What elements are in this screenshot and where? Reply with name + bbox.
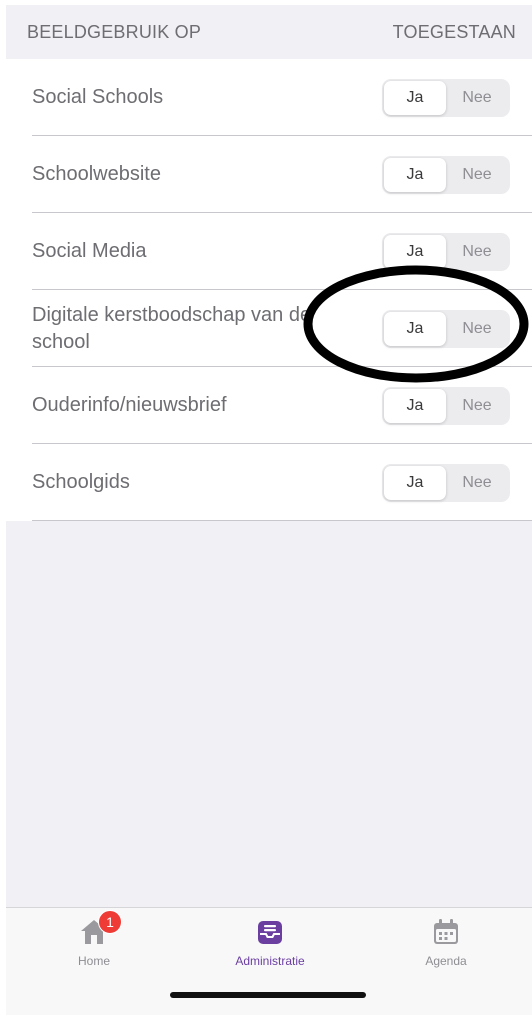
tab-bar: 1 Home Administratie Agenda [6, 907, 532, 1015]
tab-home[interactable]: 1 Home [24, 910, 164, 976]
inbox-tray-icon [254, 916, 286, 948]
permission-label: Schoolwebsite [32, 163, 161, 185]
option-ja-button[interactable]: Ja [384, 388, 446, 423]
permission-segmented-control: Ja Nee [382, 463, 510, 502]
option-nee-button[interactable]: Nee [446, 312, 508, 346]
option-ja-button[interactable]: Ja [384, 80, 446, 115]
option-ja-button[interactable]: Ja [384, 311, 446, 346]
permission-label: Social Media [32, 240, 147, 262]
home-indicator [170, 992, 366, 998]
permission-segmented-control: Ja Nee [382, 155, 510, 194]
notification-badge: 1 [98, 910, 122, 934]
permission-segmented-control: Ja Nee [382, 232, 510, 271]
section-header: BEELDGEBRUIK OP TOEGESTAAN [6, 5, 532, 59]
option-nee-button[interactable]: Nee [446, 389, 508, 423]
option-nee-button[interactable]: Nee [446, 466, 508, 500]
option-ja-button[interactable]: Ja [384, 234, 446, 269]
tab-administratie-label: Administratie [235, 954, 305, 968]
permission-label: Ouderinfo/nieuwsbrief [32, 394, 227, 416]
tab-home-label: Home [77, 954, 110, 968]
option-nee-button[interactable]: Nee [446, 158, 508, 192]
permission-segmented-control: Ja Nee [382, 386, 510, 425]
permission-row-schoolwebsite: Schoolwebsite Ja Nee [6, 136, 532, 213]
permissions-list: Social Schools Ja Nee Schoolwebsite Ja N… [6, 59, 532, 521]
tab-agenda[interactable]: Agenda [376, 916, 516, 976]
home-icon: 1 [78, 910, 122, 948]
tab-agenda-label: Agenda [425, 954, 467, 968]
permission-label: Social Schools [32, 86, 164, 108]
screen: BEELDGEBRUIK OP TOEGESTAAN Social School… [6, 5, 532, 1015]
permission-row-schoolgids: Schoolgids Ja Nee [6, 444, 532, 521]
permission-label: Schoolgids [32, 471, 130, 493]
section-header-column: TOEGESTAAN [392, 21, 516, 42]
permission-segmented-control: Ja Nee [382, 309, 510, 348]
permission-row-social-media: Social Media Ja Nee [6, 213, 532, 290]
section-header-title: BEELDGEBRUIK OP [27, 21, 202, 42]
calendar-icon [430, 916, 462, 948]
tab-administratie[interactable]: Administratie [200, 916, 340, 976]
permission-row-digitale-kerstboodschap: Digitale kerstboodschap van de school Ja… [6, 290, 532, 367]
option-nee-button[interactable]: Nee [446, 81, 508, 115]
permission-row-social-schools: Social Schools Ja Nee [6, 59, 532, 136]
option-ja-button[interactable]: Ja [384, 465, 446, 500]
option-ja-button[interactable]: Ja [384, 157, 446, 192]
permission-row-ouderinfo: Ouderinfo/nieuwsbrief Ja Nee [6, 367, 532, 444]
option-nee-button[interactable]: Nee [446, 235, 508, 269]
permission-segmented-control: Ja Nee [382, 78, 510, 117]
permission-label: Digitale kerstboodschap van de school [32, 303, 312, 353]
